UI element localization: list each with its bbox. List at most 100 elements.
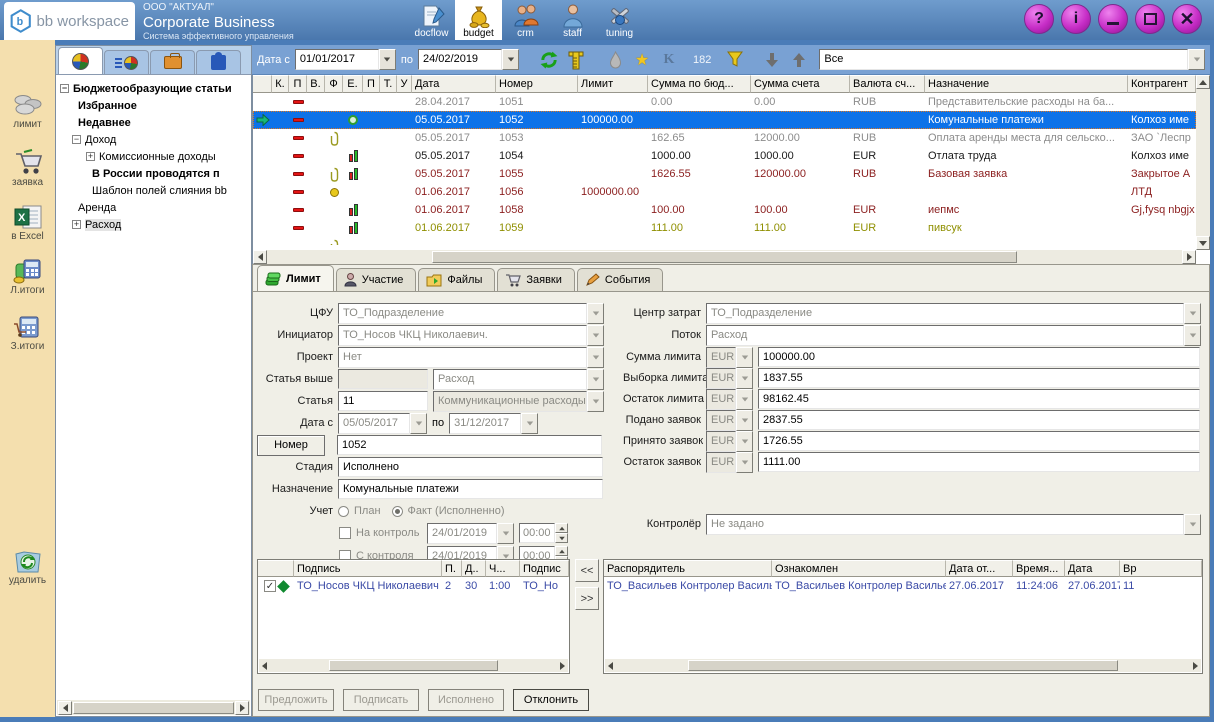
header-cell-manager[interactable]: Распорядитель <box>604 560 772 577</box>
currency-value[interactable]: EUR <box>706 368 736 389</box>
sidebar-item-request-totals[interactable]: З.итоги <box>0 314 55 352</box>
module-staff[interactable]: staff <box>549 0 596 40</box>
favorites-filter-button[interactable]: ★ <box>631 50 653 70</box>
header-cell-p2[interactable]: П <box>363 75 380 93</box>
sign-button[interactable]: Подписать <box>343 689 419 711</box>
tree-node-rent[interactable]: Аренда <box>60 199 249 216</box>
sidebar-item-excel[interactable]: X в Excel <box>0 204 55 242</box>
tree-node-commission-income[interactable]: + Комиссионные доходы <box>60 148 249 165</box>
project-value[interactable]: Нет <box>338 347 587 368</box>
sidebar-item-delete[interactable]: удалить <box>0 548 55 586</box>
on-control-time-value[interactable]: 00:00 <box>519 523 555 543</box>
limit-usage-field[interactable]: 1837.55 <box>758 368 1200 388</box>
info-button[interactable]: i <box>1061 4 1091 34</box>
date-from-picker[interactable]: 01/01/2017 <box>295 49 396 70</box>
scrollbar-thumb[interactable] <box>329 660 499 671</box>
dropdown-arrow-icon[interactable] <box>521 413 538 434</box>
dropdown-arrow-icon[interactable] <box>1184 303 1201 324</box>
limit-sum-currency-select[interactable]: EUR <box>706 347 753 368</box>
article-code-field[interactable]: 11 <box>338 391 428 411</box>
controller-select[interactable]: Не задано <box>706 514 1201 535</box>
minimize-button[interactable] <box>1098 4 1128 34</box>
header-cell-t[interactable]: Т. <box>380 75 397 93</box>
propose-button[interactable]: Предложить <box>258 689 334 711</box>
currency-value[interactable]: EUR <box>706 410 736 431</box>
header-cell-v[interactable]: В. <box>307 75 325 93</box>
header-cell-p[interactable]: П. <box>442 560 462 577</box>
limit-date-to-value[interactable]: 31/12/2017 <box>449 413 521 434</box>
scroll-left-button[interactable] <box>58 701 72 715</box>
limit-sum-field[interactable]: 100000.00 <box>758 347 1200 367</box>
header-cell-blank[interactable] <box>253 75 272 93</box>
close-button[interactable]: ✕ <box>1172 4 1202 34</box>
scroll-right-button[interactable] <box>235 701 249 715</box>
date-from-value[interactable]: 01/01/2017 <box>295 49 379 70</box>
tree-tab-portfolio[interactable] <box>150 50 195 74</box>
limit-usage-currency-select[interactable]: EUR <box>706 368 753 389</box>
dropdown-arrow-icon[interactable] <box>502 49 519 70</box>
help-button[interactable]: ? <box>1024 4 1054 34</box>
maximize-button[interactable] <box>1135 4 1165 34</box>
fact-radio[interactable] <box>392 506 403 517</box>
scroll-right-icon[interactable] <box>1193 662 1198 670</box>
tree-tab-plugins[interactable] <box>196 50 241 74</box>
header-cell-e[interactable]: Е. <box>343 75 363 93</box>
header-cell-d[interactable]: Д.. <box>462 560 486 577</box>
limit-rest-currency-select[interactable]: EUR <box>706 389 753 410</box>
sidebar-item-request[interactable]: заявка <box>0 148 55 188</box>
stage-field[interactable]: Исполнено <box>338 457 603 477</box>
signatures-horizontal-scrollbar[interactable] <box>259 659 568 672</box>
scroll-up-button[interactable] <box>1196 75 1210 89</box>
article-name-value[interactable]: Коммуникационные расходы <box>433 391 587 412</box>
number-button[interactable]: Номер <box>257 435 325 456</box>
header-cell-acknowledged[interactable]: Ознакомлен <box>772 560 946 577</box>
move-up-button[interactable] <box>788 52 810 68</box>
signature-row[interactable]: ✓ ТО_Носов ЧКЦ Николаевич 2 30 1:00 ТО_Н… <box>258 577 569 595</box>
article-above-flow-value[interactable]: Расход <box>433 369 587 390</box>
dropdown-arrow-icon[interactable] <box>587 369 604 390</box>
scroll-left-button[interactable] <box>253 250 267 264</box>
table-horizontal-scrollbar[interactable] <box>253 250 1196 264</box>
scrollbar-thumb[interactable] <box>688 660 1117 671</box>
tree-node-russia-news[interactable]: В России проводятся п <box>60 165 249 182</box>
scroll-left-icon[interactable] <box>608 662 613 670</box>
limit-rest-field[interactable]: 98162.45 <box>758 389 1200 409</box>
tab-files[interactable]: Файлы <box>418 268 495 291</box>
currency-value[interactable]: EUR <box>706 452 736 473</box>
dropdown-arrow-icon[interactable] <box>736 431 753 452</box>
tab-events[interactable]: События <box>577 268 663 291</box>
table-row[interactable]: 01.06.20171058 100.00 100.00EUR иепмсGj,… <box>253 201 1196 219</box>
hot-filter-button[interactable] <box>604 51 626 69</box>
dropdown-arrow-icon[interactable] <box>587 325 604 346</box>
header-cell-h[interactable]: Ч... <box>486 560 520 577</box>
header-cell-limit[interactable]: Лимит <box>578 75 648 93</box>
on-control-date-value[interactable]: 24/01/2019 <box>427 523 497 544</box>
cost-center-value[interactable]: ТО_Подразделение <box>706 303 1184 324</box>
header-cell-p1[interactable]: П <box>289 75 307 93</box>
cost-center-select[interactable]: ТО_Подразделение <box>706 303 1201 324</box>
dropdown-arrow-icon[interactable] <box>736 368 753 389</box>
limit-date-from-value[interactable]: 05/05/2017 <box>338 413 410 434</box>
module-budget[interactable]: budget <box>455 0 502 40</box>
scope-value[interactable]: Все <box>819 49 1188 70</box>
scroll-right-icon[interactable] <box>560 662 565 670</box>
measure-button[interactable] <box>565 50 587 70</box>
header-cell-budget-sum[interactable]: Сумма по бюд... <box>648 75 751 93</box>
module-docflow[interactable]: docflow <box>408 0 455 40</box>
scrollbar-thumb[interactable] <box>73 702 234 714</box>
article-above-code-field[interactable] <box>338 369 428 389</box>
number-field[interactable]: 1052 <box>337 435 602 455</box>
header-cell-signature[interactable]: Подпись <box>294 560 442 577</box>
dropdown-arrow-icon[interactable] <box>736 410 753 431</box>
header-cell-f[interactable]: Ф <box>325 75 343 93</box>
manager-row[interactable]: ТО_Васильев Контролер Васильевич ТО_Васи… <box>604 577 1202 595</box>
tab-requests[interactable]: Заявки <box>497 268 575 291</box>
initiator-value[interactable]: ТО_Носов ЧКЦ Николаевич. <box>338 325 587 346</box>
dropdown-arrow-icon[interactable] <box>736 452 753 473</box>
currency-value[interactable]: EUR <box>706 431 736 452</box>
scope-select[interactable]: Все <box>819 49 1205 70</box>
header-cell-purpose[interactable]: Назначение <box>925 75 1128 93</box>
dropdown-arrow-icon[interactable] <box>1184 514 1201 535</box>
header-cell-sign2[interactable]: Подпис <box>520 560 569 577</box>
header-cell-blank[interactable] <box>258 560 294 577</box>
